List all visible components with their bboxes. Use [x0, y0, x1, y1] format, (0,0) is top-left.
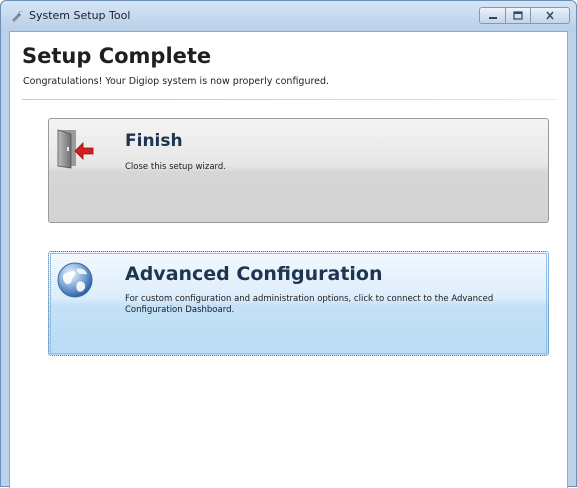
globe-icon	[57, 262, 93, 298]
setup-window: System Setup Tool Setup Complete Congrat…	[0, 0, 577, 488]
advanced-configuration-title: Advanced Configuration	[125, 263, 383, 285]
finish-title: Finish	[125, 131, 183, 151]
advanced-configuration-command-button[interactable]: Advanced Configuration For custom config…	[48, 251, 549, 356]
page-title: Setup Complete	[22, 44, 212, 68]
app-icon	[12, 11, 23, 22]
window-title: System Setup Tool	[29, 9, 131, 22]
finish-command-button[interactable]: Finish Close this setup wizard.	[48, 118, 549, 223]
maximize-icon	[513, 11, 523, 20]
caption-buttons	[479, 7, 570, 24]
minimize-button[interactable]	[479, 7, 505, 24]
title-bar[interactable]: System Setup Tool	[1, 1, 576, 31]
advanced-configuration-description: For custom configuration and administrat…	[125, 294, 494, 315]
minimize-icon	[488, 16, 497, 19]
close-icon	[546, 11, 554, 20]
finish-description: Close this setup wizard.	[125, 162, 226, 172]
close-button[interactable]	[530, 7, 570, 24]
exit-door-icon	[57, 129, 94, 169]
maximize-button[interactable]	[505, 7, 530, 24]
header-separator	[22, 99, 556, 100]
page-subtitle: Congratulations! Your Digiop system is n…	[23, 76, 330, 87]
wizard-content: Setup Complete Congratulations! Your Dig…	[9, 31, 568, 488]
